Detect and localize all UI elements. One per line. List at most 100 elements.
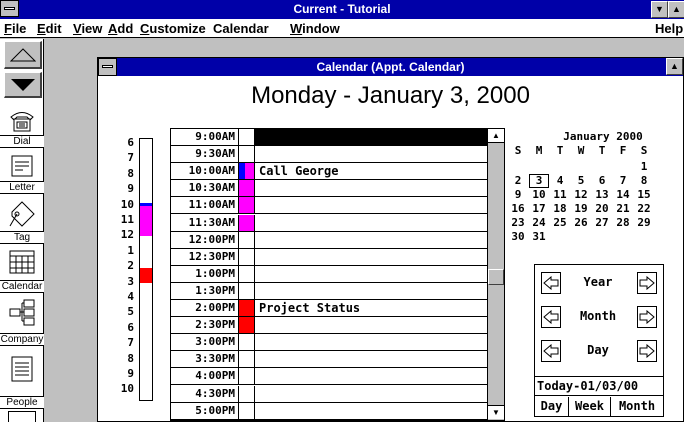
menu-customize[interactable]: Customize bbox=[140, 21, 206, 36]
menu-add[interactable]: Add bbox=[108, 21, 133, 36]
prev-day-button[interactable] bbox=[541, 340, 561, 362]
time-slot[interactable]: 9:00AM bbox=[171, 129, 488, 146]
calendar-day[interactable]: 8 bbox=[634, 174, 654, 187]
right-arrow-icon bbox=[639, 310, 655, 324]
next-day-button[interactable] bbox=[637, 340, 657, 362]
maximize-button[interactable]: ▲ bbox=[668, 1, 684, 18]
time-slot[interactable]: 4:30PM bbox=[171, 385, 488, 403]
calendar-tool[interactable] bbox=[6, 247, 38, 277]
time-slot[interactable]: 4:00PM bbox=[171, 368, 488, 386]
calendar-day[interactable]: 21 bbox=[613, 202, 633, 215]
scroll-thumb[interactable] bbox=[488, 269, 504, 285]
people-label: People bbox=[0, 396, 44, 409]
calendar-day[interactable]: 14 bbox=[613, 188, 633, 201]
calendar-day[interactable]: 24 bbox=[529, 216, 549, 229]
calendar-day[interactable]: 11 bbox=[550, 188, 570, 201]
time-slot[interactable]: 11:00AM bbox=[171, 197, 488, 215]
slot-marker bbox=[239, 265, 255, 282]
time-slot[interactable]: 3:30PM bbox=[171, 351, 488, 369]
calendar-day[interactable]: 6 bbox=[592, 174, 612, 187]
calendar-day[interactable]: 4 bbox=[550, 174, 570, 187]
calendar-day[interactable]: 25 bbox=[550, 216, 570, 229]
scroll-up-arrow[interactable]: ▲ bbox=[488, 129, 504, 143]
next-month-button[interactable] bbox=[637, 306, 657, 328]
prev-month-button[interactable] bbox=[541, 306, 561, 328]
menu-calendar[interactable]: Calendar bbox=[213, 21, 269, 36]
today-button[interactable]: Today-01/03/00 bbox=[535, 376, 663, 396]
time-slot[interactable]: 12:30PM bbox=[171, 248, 488, 266]
people-tool[interactable] bbox=[6, 354, 38, 384]
calendar-icon bbox=[9, 250, 35, 274]
prev-year-button[interactable] bbox=[541, 272, 561, 294]
calendar-day[interactable]: 13 bbox=[592, 188, 612, 201]
scroll-down-arrow[interactable]: ▼ bbox=[488, 405, 504, 419]
ruler-hour: 2 bbox=[127, 259, 134, 273]
menu-view[interactable]: View bbox=[73, 21, 102, 36]
calendar-day[interactable]: 1 bbox=[634, 160, 654, 173]
time-slot[interactable]: 10:30AM bbox=[171, 180, 488, 198]
slot-time: 9:00AM bbox=[171, 129, 239, 145]
tag-tool[interactable] bbox=[6, 199, 38, 229]
calendar-day[interactable]: 29 bbox=[634, 216, 654, 229]
calendar-day[interactable]: 23 bbox=[508, 216, 528, 229]
calendar-day[interactable]: 5 bbox=[571, 174, 591, 187]
time-slot[interactable]: 12:00PM bbox=[171, 231, 488, 249]
calendar-day[interactable]: 17 bbox=[529, 202, 549, 215]
calendar-day[interactable]: 20 bbox=[592, 202, 612, 215]
time-slot[interactable]: 9:30AM bbox=[171, 146, 488, 164]
vertical-scrollbar[interactable]: ▲ ▼ bbox=[487, 129, 504, 420]
calendar-day[interactable]: 19 bbox=[571, 202, 591, 215]
time-slot[interactable]: 11:30AM bbox=[171, 214, 488, 232]
menu-label-rest: indow bbox=[302, 21, 340, 36]
calendar-day[interactable]: 18 bbox=[550, 202, 570, 215]
scroll-up-button[interactable] bbox=[4, 41, 42, 69]
menu-edit[interactable]: Edit bbox=[37, 21, 62, 36]
time-slot[interactable]: 10:00AM Call George bbox=[171, 163, 488, 181]
calendar-day[interactable]: 2 bbox=[508, 174, 528, 187]
calendar-day[interactable]: 3 bbox=[529, 174, 549, 188]
month-view-button[interactable]: Month bbox=[611, 397, 663, 416]
day-overview-bar[interactable] bbox=[139, 138, 153, 401]
time-slot[interactable]: 1:00PM bbox=[171, 265, 488, 283]
company-tool[interactable] bbox=[6, 297, 38, 327]
weekday-header: W bbox=[577, 144, 585, 157]
calendar-day[interactable]: 12 bbox=[571, 188, 591, 201]
calendar-day[interactable]: 22 bbox=[634, 202, 654, 215]
day-view-button[interactable]: Day bbox=[535, 397, 569, 416]
menu-help[interactable]: Help bbox=[655, 21, 683, 36]
dial-tool[interactable] bbox=[6, 105, 38, 135]
appointment-text: Project Status bbox=[259, 301, 361, 315]
left-arrow-icon bbox=[543, 276, 559, 290]
menu-file[interactable]: File bbox=[4, 21, 26, 36]
time-slot[interactable]: 5:00PM bbox=[171, 402, 488, 420]
calendar-day[interactable]: 16 bbox=[508, 202, 528, 215]
year-nav-row: Year bbox=[535, 268, 663, 298]
calendar-day[interactable]: 7 bbox=[613, 174, 633, 187]
time-slot[interactable]: 3:00PM bbox=[171, 334, 488, 352]
letter-tool[interactable] bbox=[6, 151, 38, 181]
time-slot[interactable]: 2:00PM Project Status bbox=[171, 300, 488, 317]
slot-marker bbox=[239, 282, 255, 299]
slot-time: 9:30AM bbox=[171, 146, 239, 163]
letter-label: Letter bbox=[0, 181, 44, 194]
minimize-button[interactable]: ▼ bbox=[651, 1, 668, 18]
next-year-button[interactable] bbox=[637, 272, 657, 294]
menu-label-rest: ustomize bbox=[149, 21, 206, 36]
calendar-day[interactable]: 27 bbox=[592, 216, 612, 229]
window-maximize-button[interactable]: ▲ bbox=[666, 58, 683, 75]
calendar-day[interactable]: 28 bbox=[613, 216, 633, 229]
week-view-button[interactable]: Week bbox=[569, 397, 611, 416]
scroll-down-button[interactable] bbox=[4, 72, 42, 98]
left-arrow-icon bbox=[543, 310, 559, 324]
weekday-header: T bbox=[598, 144, 606, 157]
calendar-day[interactable]: 9 bbox=[508, 188, 528, 201]
time-slot[interactable]: 1:30PM bbox=[171, 282, 488, 300]
calendar-day[interactable]: 10 bbox=[529, 188, 549, 201]
calendar-day[interactable]: 15 bbox=[634, 188, 654, 201]
time-slot[interactable]: 2:30PM bbox=[171, 317, 488, 335]
calendar-day[interactable]: 30 bbox=[508, 230, 528, 243]
menu-window[interactable]: Window bbox=[290, 21, 340, 36]
calendar-day[interactable]: 26 bbox=[571, 216, 591, 229]
calendar-day[interactable]: 31 bbox=[529, 230, 549, 243]
next-tool-icon[interactable] bbox=[8, 411, 36, 422]
